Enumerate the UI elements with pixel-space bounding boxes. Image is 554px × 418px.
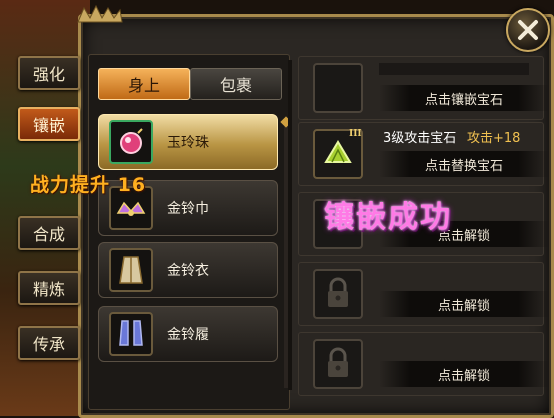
equipment-item-boots[interactable]: 金铃履 — [98, 306, 278, 362]
lock-icon — [313, 339, 363, 389]
gem-slot-1[interactable]: 点击镶嵌宝石 — [298, 56, 549, 120]
gem-slot-5[interactable]: 点击解锁 — [298, 332, 549, 396]
tab-label: 镶嵌 — [32, 116, 65, 135]
tab-label: 强化 — [32, 65, 65, 84]
tab-inherit[interactable]: 传承 — [18, 326, 80, 360]
robe-icon — [109, 248, 153, 292]
tab-embed[interactable]: 镶嵌 — [18, 107, 80, 141]
gem-level-badge: III — [349, 129, 362, 139]
equipment-item-name: 金铃衣 — [167, 263, 209, 279]
equipment-item-name: 金铃巾 — [167, 201, 209, 217]
tab-label: 传承 — [32, 335, 65, 354]
tab-synthesize[interactable]: 合成 — [18, 216, 80, 250]
tab-bag[interactable]: 包裹 — [190, 68, 282, 100]
gem-stat: 攻击+18 — [467, 131, 521, 146]
embed-success-banner: 镶嵌成功 — [324, 200, 452, 235]
close-icon — [518, 20, 538, 40]
close-button[interactable] — [506, 8, 550, 52]
jade-bead-icon — [109, 120, 153, 164]
embed-gem-action[interactable]: 点击镶嵌宝石 — [379, 85, 549, 111]
slot-name-bar — [379, 63, 529, 75]
gem-slot-2[interactable]: 3级攻击宝石 攻击+18 III 点击替换宝石 — [298, 122, 549, 186]
boots-icon — [109, 312, 153, 356]
gem-slot-4[interactable]: 点击解锁 — [298, 262, 549, 326]
tab-equipped[interactable]: 身上 — [98, 68, 190, 100]
gem-name: 3级攻击宝石 — [383, 131, 457, 146]
lock-icon — [313, 269, 363, 319]
toggle-label: 包裹 — [219, 76, 252, 95]
equipment-item-jade-bead[interactable]: 玉玲珠 — [98, 114, 278, 170]
tab-strengthen[interactable]: 强化 — [18, 56, 80, 90]
empty-slot-icon — [313, 63, 363, 113]
equipment-item-robe[interactable]: 金铃衣 — [98, 242, 278, 298]
replace-gem-action[interactable]: 点击替换宝石 — [379, 151, 549, 177]
tab-label: 精炼 — [32, 280, 65, 299]
crown-ornament-icon — [77, 4, 123, 23]
unlock-action[interactable]: 点击解锁 — [379, 361, 549, 387]
unlock-action[interactable]: 点击解锁 — [379, 291, 549, 317]
equipment-item-name: 玉玲珠 — [167, 135, 209, 151]
power-increase-popup: 战力提升 16 — [30, 174, 147, 196]
toggle-label: 身上 — [127, 76, 160, 95]
panel-divider — [288, 60, 292, 390]
tab-refine[interactable]: 精炼 — [18, 271, 80, 305]
tab-label: 合成 — [32, 225, 65, 244]
equipment-item-name: 金铃履 — [167, 327, 209, 343]
